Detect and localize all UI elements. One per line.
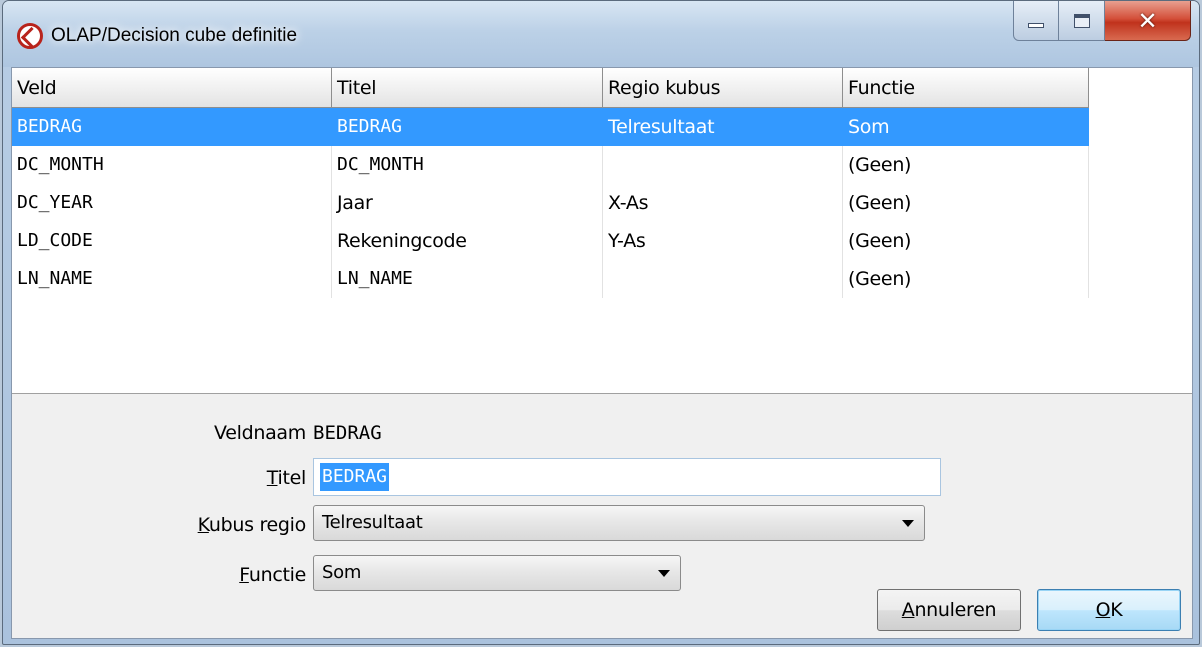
close-icon: ✕ [1137, 6, 1158, 35]
minimize-icon [1028, 23, 1044, 28]
table-row[interactable]: DC_YEAR Jaar X-As (Geen) [12, 184, 1089, 222]
cell-regio [603, 146, 843, 184]
cell-titel: Rekeningcode [332, 222, 603, 260]
chevron-down-icon [902, 520, 914, 527]
veldnaam-value: BEDRAG [313, 422, 382, 444]
app-icon[interactable] [17, 23, 43, 49]
column-header-regio-kubus[interactable]: Regio kubus [603, 68, 843, 108]
cell-regio: Y-As [603, 222, 843, 260]
cell-titel: LN_NAME [332, 260, 603, 298]
kubus-regio-value: Telresultaat [322, 512, 423, 533]
ok-button[interactable]: OK [1037, 589, 1181, 631]
column-header-veld[interactable]: Veld [12, 68, 332, 108]
kubus-regio-label: Kubus regio [132, 514, 307, 536]
cancel-button-label: nnuleren [914, 599, 997, 621]
table-row[interactable]: LN_NAME LN_NAME (Geen) [12, 260, 1089, 298]
caption-buttons: ✕ [1013, 1, 1191, 41]
maximize-button[interactable] [1059, 1, 1105, 41]
cancel-button[interactable]: Annuleren [877, 589, 1021, 631]
chevron-down-icon [658, 570, 670, 577]
table-row[interactable]: BEDRAG BEDRAG Telresultaat Som [12, 108, 1089, 146]
titel-input[interactable]: BEDRAG [313, 458, 941, 496]
kubus-regio-label-mnemonic: K [197, 514, 210, 536]
cell-titel: Jaar [332, 184, 603, 222]
cell-veld: DC_YEAR [12, 184, 332, 222]
cell-regio: X-As [603, 184, 843, 222]
close-button[interactable]: ✕ [1105, 1, 1191, 41]
fields-grid[interactable]: Veld Titel Regio kubus Functie BEDRAG BE… [12, 68, 1192, 394]
ok-button-mnemonic: O [1095, 599, 1111, 621]
cell-functie: (Geen) [843, 184, 1089, 222]
titel-input-value: BEDRAG [320, 463, 390, 491]
titel-label-text: itel [277, 467, 307, 489]
functie-value: Som [322, 562, 362, 583]
cell-titel: DC_MONTH [332, 146, 603, 184]
cell-veld: BEDRAG [12, 108, 332, 146]
table-row[interactable]: DC_MONTH DC_MONTH (Geen) [12, 146, 1089, 184]
column-header-functie[interactable]: Functie [843, 68, 1089, 108]
cell-titel: BEDRAG [332, 108, 603, 146]
cancel-button-mnemonic: A [901, 599, 915, 621]
minimize-button[interactable] [1013, 1, 1059, 41]
maximize-icon [1073, 13, 1090, 28]
cell-veld: DC_MONTH [12, 146, 332, 184]
window-title: OLAP/Decision cube definitie [51, 25, 298, 46]
cell-functie: (Geen) [843, 222, 1089, 260]
functie-label-mnemonic: F [239, 564, 249, 586]
cell-functie: (Geen) [843, 260, 1089, 298]
ok-button-label: K [1110, 599, 1123, 621]
cell-veld: LD_CODE [12, 222, 332, 260]
column-header-titel[interactable]: Titel [332, 68, 603, 108]
cell-veld: LN_NAME [12, 260, 332, 298]
grid-body: BEDRAG BEDRAG Telresultaat Som DC_MONTH … [12, 108, 1089, 298]
functie-select[interactable]: Som [313, 555, 681, 591]
grid-header: Veld Titel Regio kubus Functie [12, 68, 1089, 108]
dialog-window: OLAP/Decision cube definitie ✕ Veld Tite… [2, 0, 1200, 645]
veldnaam-label: Veldnaam [214, 422, 306, 444]
cell-functie: (Geen) [843, 146, 1089, 184]
kubus-regio-label-text: ubus regio [208, 514, 306, 536]
dialog-client-area: Veld Titel Regio kubus Functie BEDRAG BE… [11, 67, 1193, 639]
title-bar[interactable]: OLAP/Decision cube definitie ✕ [3, 1, 1199, 67]
cell-regio: Telresultaat [603, 108, 843, 146]
titel-label-mnemonic: T [266, 467, 278, 489]
cell-functie: Som [843, 108, 1089, 146]
titel-label: Titel [132, 467, 307, 489]
table-row[interactable]: LD_CODE Rekeningcode Y-As (Geen) [12, 222, 1089, 260]
kubus-regio-select[interactable]: Telresultaat [313, 505, 925, 541]
functie-label-text: unctie [248, 564, 306, 586]
functie-label: Functie [132, 564, 306, 586]
cell-regio [603, 260, 843, 298]
